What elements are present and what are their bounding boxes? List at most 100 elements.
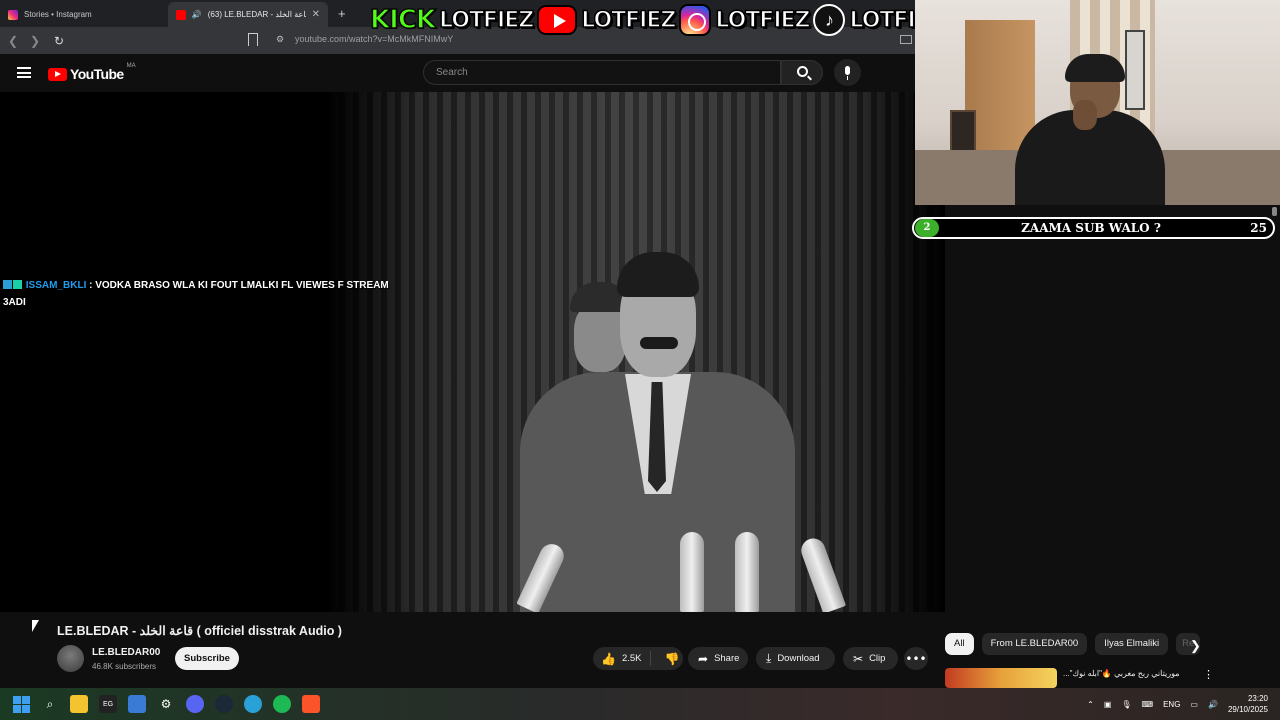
banner-name: LOTFIEZ: [715, 7, 812, 34]
start-icon[interactable]: [12, 695, 30, 713]
social-banner: KICK LOTFIEZ LOTFIEZ LOTFIEZ ♪ LOTFIEZ: [369, 0, 945, 40]
tiktok-logo-icon: ♪: [813, 4, 846, 36]
dislike-button[interactable]: 👎: [657, 652, 688, 666]
chat-username: ISSAM_BKLI: [25, 280, 87, 291]
clip-label: Clip: [869, 653, 886, 664]
language-indicator[interactable]: ENG: [1163, 700, 1180, 709]
keyboard-icon[interactable]: ⌨: [1142, 700, 1154, 709]
tab-instagram[interactable]: Stories • Instagram: [0, 2, 160, 27]
store-icon[interactable]: [128, 695, 146, 713]
clip-button[interactable]: ✂ Clip: [843, 647, 898, 670]
scrollbar-thumb[interactable]: [1272, 207, 1277, 216]
file-explorer-icon[interactable]: [70, 695, 88, 713]
network-icon[interactable]: ▭: [1190, 700, 1198, 709]
download-button[interactable]: ⤓ Download: [756, 647, 835, 670]
discord-icon[interactable]: [186, 695, 204, 713]
reload-button[interactable]: ↻: [50, 34, 68, 48]
instagram-logo-icon: [679, 4, 712, 36]
mic-icon[interactable]: 🎙: [1121, 700, 1131, 709]
close-tab-icon[interactable]: ✕: [312, 9, 320, 20]
channel-name[interactable]: LE.BLEDAR00: [92, 647, 160, 658]
volume-icon[interactable]: 🔊: [1208, 700, 1218, 709]
youtube-wordmark: YouTube: [70, 66, 124, 82]
search-icon[interactable]: ⌕: [41, 695, 59, 713]
recommended-thumbnail[interactable]: [945, 668, 1057, 688]
edge-icon[interactable]: [244, 695, 262, 713]
menu-icon[interactable]: [17, 67, 31, 78]
chevron-right-icon[interactable]: ❯: [1190, 638, 1201, 654]
banner-name: LOTFIEZ: [438, 7, 535, 34]
app-tray-icon[interactable]: ▣: [1104, 700, 1112, 709]
steam-icon[interactable]: [215, 695, 233, 713]
more-vert-icon[interactable]: ⋮: [1203, 668, 1214, 681]
epic-games-icon[interactable]: EG: [99, 695, 117, 713]
chip-ilyas-elmaliki[interactable]: Ilyas Elmaliki: [1095, 633, 1169, 655]
poll-question: ZAAMA SUB WALO ?: [1021, 221, 1161, 235]
youtube-favicon-icon: [176, 9, 186, 20]
kick-logo: KICK: [369, 4, 437, 36]
more-actions-icon[interactable]: •••: [904, 647, 928, 670]
poll-count: 25: [1250, 221, 1267, 235]
like-count: 2.5K: [621, 653, 642, 664]
chip-from-channel[interactable]: From LE.BLEDAR00: [981, 633, 1088, 655]
poll-bar: 2 ZAAMA SUB WALO ? 25: [912, 217, 1275, 239]
video-vignette: [325, 92, 415, 612]
date: 29/10/2025: [1227, 705, 1268, 714]
subscribe-button[interactable]: Subscribe: [175, 647, 239, 670]
mouse-cursor-icon: [32, 620, 39, 632]
streamer-figure: [975, 54, 1165, 205]
instagram-icon: [8, 9, 18, 20]
video-title: LE.BLEDAR - قاعة الخلد ( officiel disstr…: [57, 624, 342, 638]
search-button[interactable]: [781, 60, 823, 85]
new-tab-button[interactable]: +: [338, 6, 346, 21]
share-label: Share: [714, 653, 740, 664]
youtube-logo[interactable]: YouTube MA: [48, 63, 136, 82]
badge-icon: [13, 280, 22, 289]
webcam-overlay: [915, 0, 1280, 205]
youtube-play-icon: [48, 67, 67, 81]
tab-label: Stories • Instagram: [24, 10, 92, 19]
poll-number: 2: [915, 219, 939, 237]
chat-message: ISSAM_BKLI : VODKA BRASO WLA KI FOUT LMA…: [3, 277, 398, 311]
search-input[interactable]: Search: [423, 60, 781, 85]
video-frame: [325, 92, 945, 612]
taskbar: ⌕ EG ⚙ ⌃ ▣ 🎙 ⌨ ENG ▭ 🔊 23:20 29/10/2025: [0, 688, 1280, 720]
video-player[interactable]: [0, 92, 945, 612]
spotify-icon[interactable]: [273, 695, 291, 713]
subscriber-count: 46.8K subscribers: [92, 662, 157, 671]
site-info-icon[interactable]: ⚙: [276, 34, 284, 45]
time: 23:20: [1247, 694, 1268, 703]
settings-icon[interactable]: ⚙: [157, 695, 175, 713]
screen: Stories • Instagram 🔊 (63) LE.BLEDAR - ق…: [0, 0, 1280, 720]
voice-search-icon[interactable]: [834, 59, 861, 86]
speaker-icon: 🔊: [191, 10, 202, 19]
channel-avatar[interactable]: [57, 645, 84, 672]
forward-button[interactable]: ❯: [26, 34, 44, 48]
share-icon: ➦: [698, 651, 709, 666]
brave-icon[interactable]: [302, 695, 320, 713]
country-code: MA: [126, 63, 136, 69]
youtube-header: YouTube MA Search: [0, 54, 915, 92]
chip-all[interactable]: All: [945, 633, 974, 655]
clock[interactable]: 23:20 29/10/2025: [1228, 693, 1268, 715]
tab-label: (63) LE.BLEDAR - قاعة الخلد ( o: [207, 10, 306, 19]
recommendation-chips: All From LE.BLEDAR00 Ilyas Elmaliki Re: [945, 633, 1201, 655]
search-icon: [797, 66, 808, 77]
bookmark-icon[interactable]: [248, 33, 258, 46]
download-label: Download: [777, 653, 820, 664]
download-icon: ⤓: [766, 651, 772, 665]
back-button[interactable]: ❮: [4, 34, 22, 48]
recommended-title[interactable]: موريتاني ربح مغربي 🔥"ابله نوك"...: [1063, 669, 1193, 678]
chevron-up-icon[interactable]: ⌃: [1087, 700, 1094, 709]
thumbs-up-icon: 👍: [601, 651, 616, 666]
video-info-section: LE.BLEDAR - قاعة الخلد ( officiel disstr…: [0, 612, 1280, 688]
badge-icon: [3, 280, 12, 289]
like-button[interactable]: 👍 2.5K: [593, 651, 651, 666]
share-button[interactable]: ➦ Share: [688, 647, 748, 670]
like-dislike-group: 👍 2.5K 👎: [593, 647, 683, 670]
youtube-logo-icon: [537, 5, 578, 35]
tab-youtube[interactable]: 🔊 (63) LE.BLEDAR - قاعة الخلد ( o ✕: [168, 2, 328, 27]
banner-name: LOTFIEZ: [580, 7, 677, 34]
scissors-icon: ✂: [853, 651, 864, 666]
microphones: [500, 512, 860, 612]
